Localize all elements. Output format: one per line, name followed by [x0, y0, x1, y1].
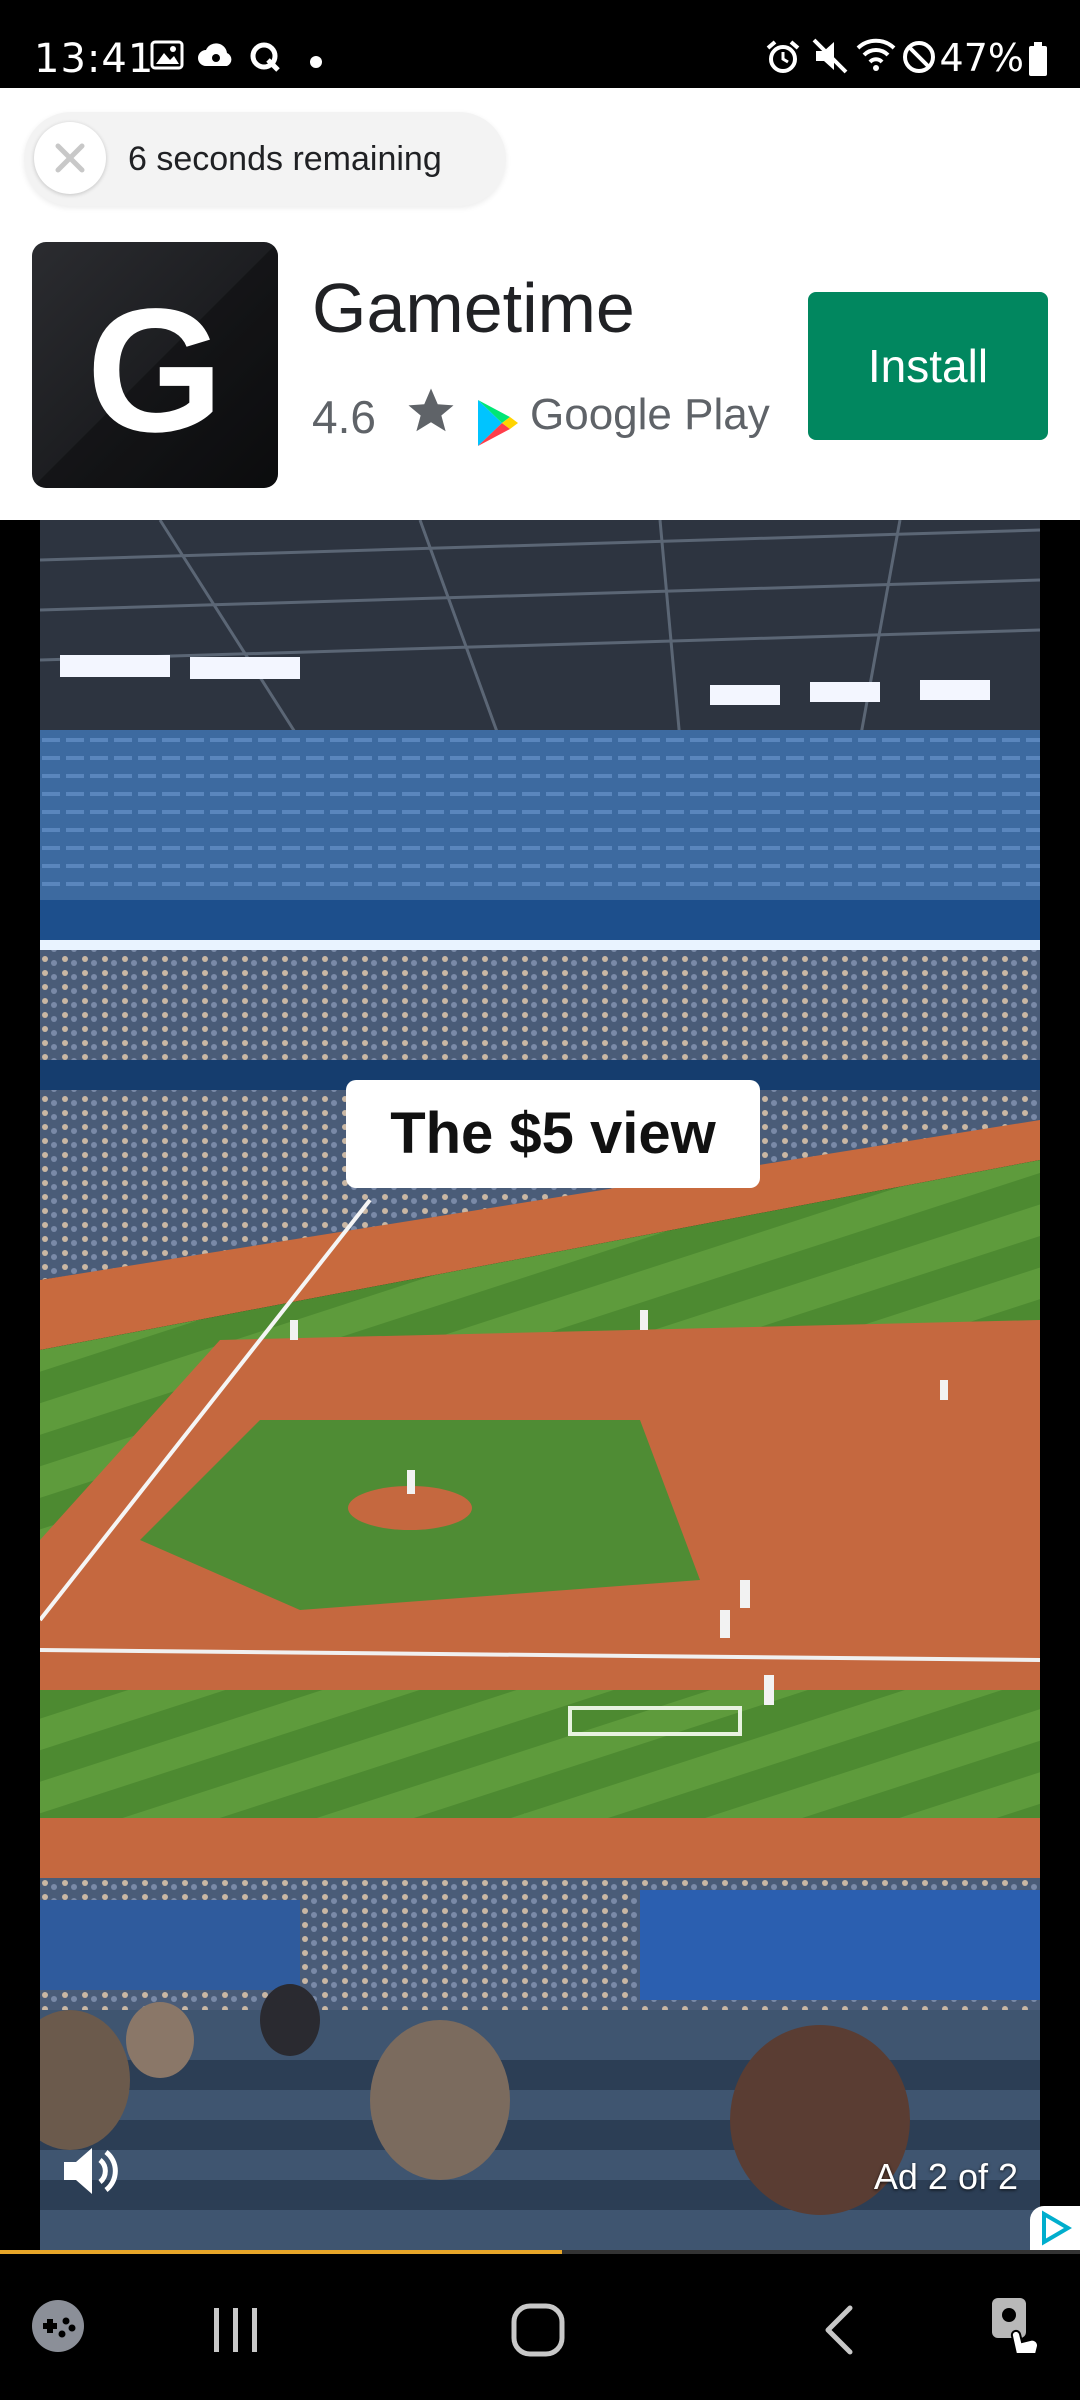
status-time: 13:41 — [34, 36, 155, 82]
app-rating: 4.6 — [312, 391, 376, 443]
ad-counter: Ad 2 of 2 — [873, 2156, 1018, 2197]
close-icon — [55, 143, 85, 173]
recent-apps-icon[interactable] — [206, 2300, 266, 2365]
battery-percent: 47% — [939, 36, 1024, 80]
volume-icon[interactable] — [58, 2138, 124, 2209]
video-ad[interactable] — [40, 520, 1040, 2250]
adchoices-button[interactable] — [1030, 2206, 1080, 2250]
ad-header: 6 seconds remaining G Gametime 4.6 Googl… — [0, 88, 1080, 520]
countdown-pill: 6 seconds remaining — [24, 112, 506, 206]
install-button[interactable]: Install — [808, 292, 1048, 440]
gallery-icon — [150, 40, 184, 75]
countdown-text: 6 seconds remaining — [128, 140, 442, 178]
q-icon — [248, 40, 282, 79]
app-logo[interactable]: G — [32, 242, 278, 488]
stadium-video-frame — [40, 520, 1040, 2250]
home-icon[interactable] — [508, 2300, 568, 2365]
store-name: Google Play — [530, 390, 770, 439]
battery-icon — [1028, 42, 1048, 81]
back-icon[interactable] — [810, 2300, 870, 2365]
close-button[interactable] — [34, 122, 106, 194]
do-not-disturb-icon — [902, 40, 936, 79]
adchoices-icon — [1042, 2210, 1072, 2246]
google-play-icon — [476, 398, 520, 453]
mute-icon — [812, 38, 848, 79]
app-logo-letter: G — [86, 273, 224, 469]
status-bar: 13:41 47% — [0, 0, 1080, 88]
alarm-icon — [764, 38, 802, 81]
dot-icon — [310, 55, 322, 73]
video-caption: The $5 view — [346, 1080, 760, 1188]
wifi-icon — [856, 38, 896, 77]
app-name[interactable]: Gametime — [312, 268, 635, 348]
cloud-icon — [196, 40, 236, 75]
screen-touch-icon[interactable] — [988, 2294, 1048, 2363]
star-icon — [404, 384, 458, 443]
game-launcher-icon[interactable] — [28, 2296, 88, 2361]
